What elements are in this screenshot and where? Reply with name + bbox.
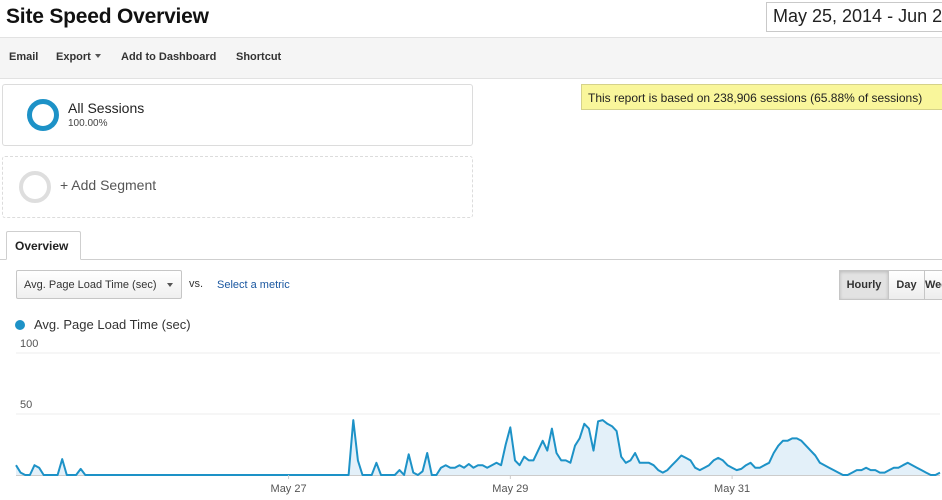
- date-range-picker[interactable]: May 25, 2014 - Jun 2: [766, 2, 942, 32]
- select-metric-link[interactable]: Select a metric: [217, 279, 290, 291]
- empty-segment-icon: [19, 171, 51, 203]
- legend-dot-icon: [15, 320, 25, 330]
- add-to-dashboard-button[interactable]: Add to Dashboard: [121, 51, 216, 63]
- segment-donut-icon: [27, 99, 59, 131]
- segment-all-sessions[interactable]: All Sessions 100.00%: [2, 84, 473, 146]
- export-menu-button[interactable]: Export: [56, 51, 101, 63]
- shortcut-button[interactable]: Shortcut: [236, 51, 281, 63]
- y-tick-label: 100: [20, 338, 38, 350]
- segment-percentage: 100.00%: [68, 118, 108, 129]
- x-tick-label: May 29: [492, 483, 528, 495]
- metric-select[interactable]: Avg. Page Load Time (sec): [16, 270, 182, 299]
- x-tick-label: May 31: [714, 483, 750, 495]
- series-area: [16, 420, 940, 475]
- segment-name: All Sessions: [68, 100, 145, 116]
- day-button[interactable]: Day: [888, 270, 925, 300]
- metric-select-value: Avg. Page Load Time (sec): [24, 279, 157, 291]
- sampling-notice: This report is based on 238,906 sessions…: [581, 84, 942, 110]
- email-button[interactable]: Email: [9, 51, 38, 63]
- load-time-chart: 100 50 May 27 May 29 May 31: [15, 338, 941, 495]
- week-button[interactable]: Week: [924, 270, 942, 300]
- tab-overview[interactable]: Overview: [6, 231, 81, 260]
- vs-label: vs.: [189, 278, 204, 290]
- y-tick-label: 50: [20, 399, 32, 411]
- page-title: Site Speed Overview: [6, 5, 209, 28]
- legend-label: Avg. Page Load Time (sec): [34, 317, 191, 332]
- tab-divider: [0, 259, 942, 260]
- add-segment-slot[interactable]: + Add Segment: [2, 156, 473, 218]
- add-segment-button[interactable]: + Add Segment: [60, 177, 156, 193]
- report-toolbar: Email Export Add to Dashboard Shortcut: [0, 37, 942, 79]
- export-label: Export: [56, 51, 91, 63]
- hourly-button[interactable]: Hourly: [839, 270, 889, 300]
- chevron-down-icon: [167, 283, 173, 287]
- chevron-down-icon: [94, 54, 101, 58]
- x-tick-label: May 27: [271, 483, 307, 495]
